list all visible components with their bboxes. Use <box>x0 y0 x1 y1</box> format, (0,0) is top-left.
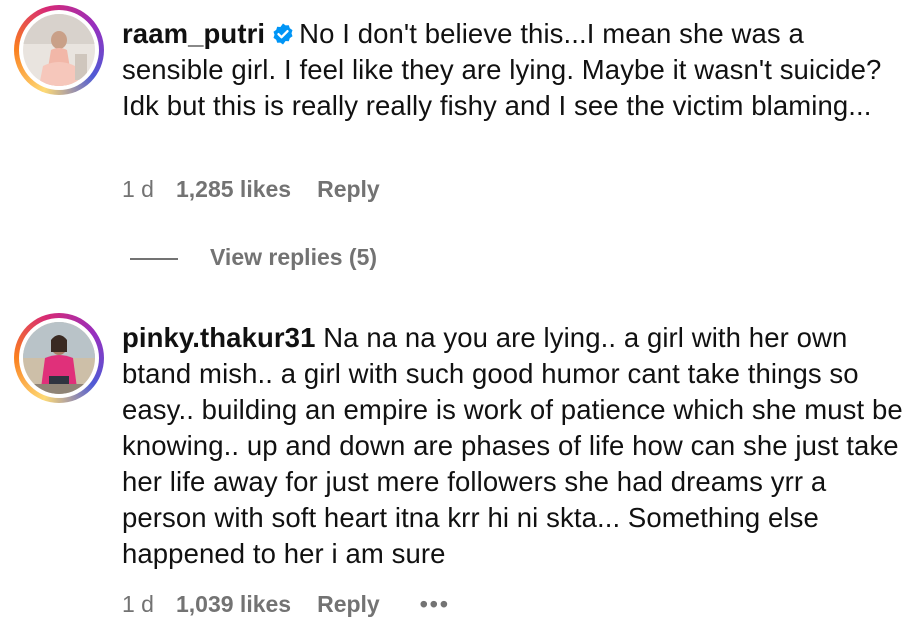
reply-button[interactable]: Reply <box>317 591 380 618</box>
comment-username[interactable]: raam_putri <box>122 18 265 49</box>
comment-item: raam_putri No I don't believe this...I m… <box>14 5 914 205</box>
likes-count[interactable]: 1,285 likes <box>176 176 291 203</box>
story-ring[interactable] <box>14 5 104 95</box>
comment-username[interactable]: pinky.thakur31 <box>122 322 315 353</box>
comment-text: raam_putri No I don't believe this...I m… <box>122 16 912 124</box>
comment-item: pinky.thakur31 Na na na you are lying.. … <box>14 313 914 623</box>
likes-count[interactable]: 1,039 likes <box>176 591 291 618</box>
comment-body: Na na na you are lying.. a girl with her… <box>122 322 903 569</box>
more-options-icon[interactable]: ••• <box>420 591 450 618</box>
verified-badge-icon <box>273 23 293 45</box>
comment-time[interactable]: 1 d <box>122 591 154 618</box>
comment-time[interactable]: 1 d <box>122 176 154 203</box>
avatar[interactable] <box>23 14 95 86</box>
comment-meta: 1 d 1,285 likes Reply <box>122 176 380 203</box>
divider-line <box>130 257 178 260</box>
story-ring[interactable] <box>14 313 104 403</box>
comment-text: pinky.thakur31 Na na na you are lying.. … <box>122 320 912 572</box>
comment-meta: 1 d 1,039 likes Reply ••• <box>122 591 450 618</box>
reply-button[interactable]: Reply <box>317 176 380 203</box>
view-replies-label[interactable]: View replies (5) <box>210 244 377 270</box>
avatar[interactable] <box>23 322 95 394</box>
view-replies-button[interactable]: View replies (5) <box>130 244 377 271</box>
